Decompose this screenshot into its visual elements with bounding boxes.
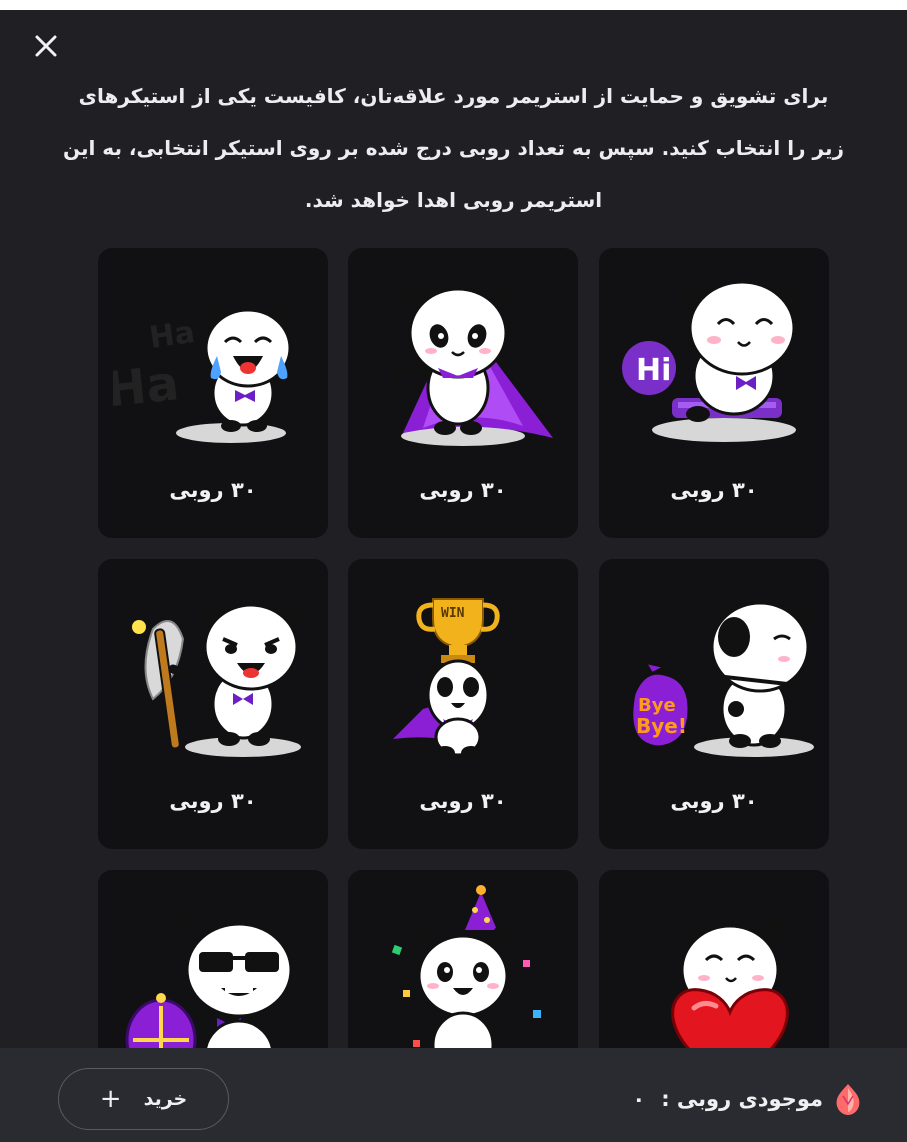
sticker-card-cape[interactable]: ۳۰ روبی xyxy=(348,248,578,538)
sticker-card-win-trophy[interactable]: WIN ۳۰ روبی xyxy=(348,559,578,849)
close-icon[interactable] xyxy=(30,30,62,62)
buy-ruby-button[interactable]: خرید + xyxy=(58,1068,229,1130)
sticker-grid: Hi ۳۰ روبی ۳۰ روبی Ha Ha ۳۰ روبی Bye Bye… xyxy=(98,248,829,1048)
panda-cape-sticker xyxy=(390,284,553,446)
panda-heart-sticker xyxy=(671,916,789,1048)
sticker-card-hi-keyboard[interactable]: Hi ۳۰ روبی xyxy=(599,248,829,538)
panda-torch-sticker xyxy=(132,602,306,757)
sticker-price: ۳۰ روبی xyxy=(169,789,257,813)
sticker-card-heart[interactable] xyxy=(599,870,829,1048)
balance-label: موجودی روبی : xyxy=(661,1087,823,1111)
svg-text:Bye!: Bye! xyxy=(636,714,687,738)
sticker-price: ۳۰ روبی xyxy=(169,478,257,502)
sticker-card-haha[interactable]: Ha Ha ۳۰ روبی xyxy=(98,248,328,538)
panda-bye-sticker: Bye Bye! xyxy=(630,595,814,757)
panda-hi-keyboard-sticker: Hi xyxy=(622,280,803,442)
ruby-gem-icon xyxy=(836,1084,860,1115)
panda-trophy-sticker: WIN xyxy=(393,598,500,760)
sticker-card-sunglasses[interactable] xyxy=(98,870,328,1048)
sticker-price: ۳۰ روبی xyxy=(670,478,758,502)
svg-text:Bye: Bye xyxy=(638,695,676,716)
panda-sunglasses-sticker xyxy=(125,912,301,1048)
sticker-price: ۳۰ روبی xyxy=(419,478,507,502)
top-strip xyxy=(0,0,907,10)
sticker-card-torch[interactable]: ۳۰ روبی xyxy=(98,559,328,849)
plus-icon: + xyxy=(99,1084,122,1114)
intro-text: برای تشویق و حمایت از استریمر مورد علاقه… xyxy=(62,84,844,212)
sticker-price: ۳۰ روبی xyxy=(670,789,758,813)
svg-text:Ha: Ha xyxy=(147,315,197,356)
buy-label: خرید xyxy=(143,1088,188,1110)
svg-text:WIN: WIN xyxy=(441,606,465,621)
sticker-card-bye-bye[interactable]: Bye Bye! ۳۰ روبی xyxy=(599,559,829,849)
footer-bar: خرید + موجودی روبی : ۰ xyxy=(0,1048,907,1142)
panda-party-sticker xyxy=(391,885,541,1048)
balance-value: ۰ xyxy=(632,1087,646,1111)
sticker-card-party[interactable] xyxy=(348,870,578,1048)
ruby-balance: موجودی روبی : ۰ xyxy=(632,1082,863,1116)
sticker-price: ۳۰ روبی xyxy=(419,789,507,813)
svg-text:Ha: Ha xyxy=(113,355,181,418)
panda-haha-sticker: Ha Ha xyxy=(113,307,294,443)
svg-text:Hi: Hi xyxy=(636,353,671,388)
